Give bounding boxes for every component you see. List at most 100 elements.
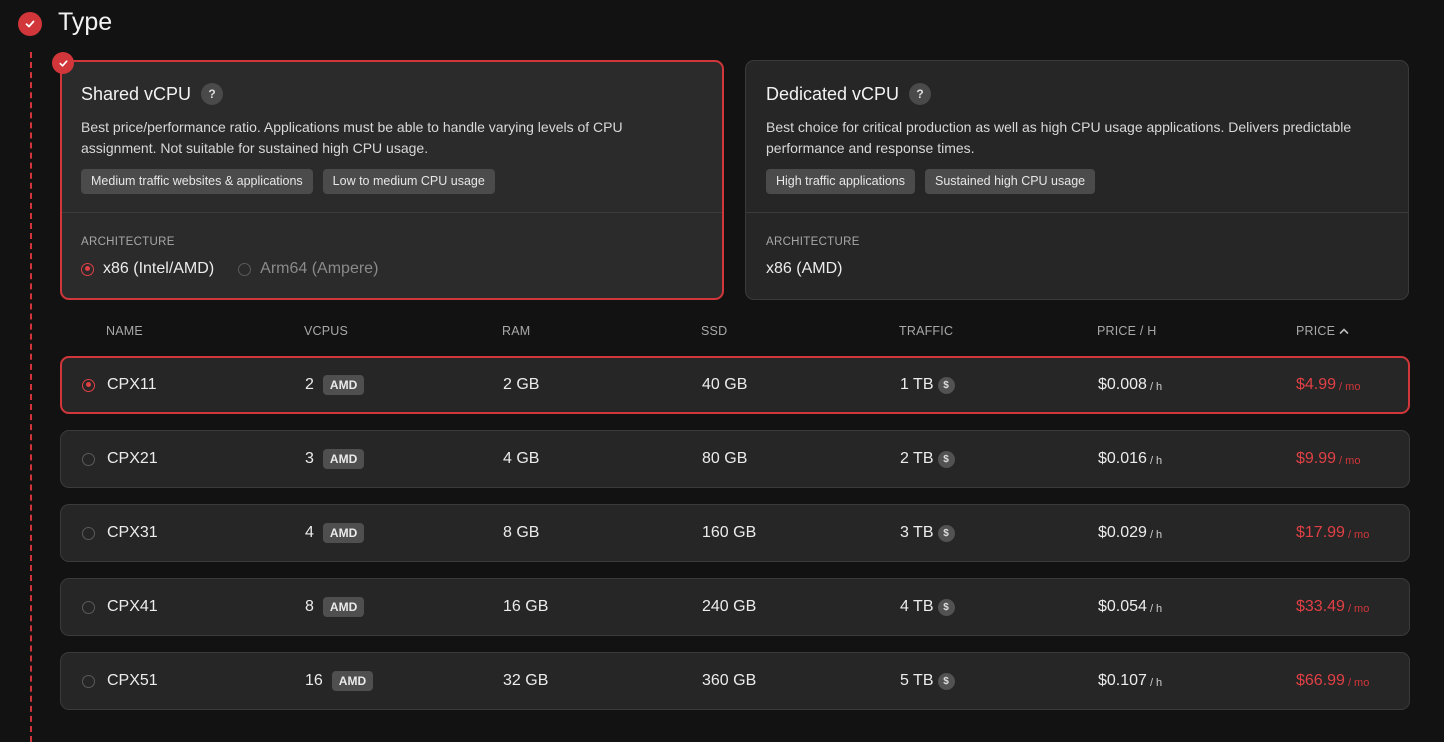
server-name: CPX11 xyxy=(107,376,157,393)
ram-value: 32 GB xyxy=(503,672,549,689)
hourly-price-unit: / h xyxy=(1149,676,1163,689)
architecture-value: x86 (AMD) xyxy=(766,260,843,277)
radio-unselected-icon[interactable] xyxy=(82,600,95,614)
radio-unselected-icon[interactable] xyxy=(82,452,95,466)
section-title: Type xyxy=(58,8,113,36)
divider xyxy=(62,212,722,213)
server-table-header: NAME VCPUS RAM SSD TRAFFIC PRICE / H PRI… xyxy=(60,324,1410,340)
arch-option-arm64[interactable]: Arm64 (Ampere) xyxy=(238,260,378,278)
column-header-traffic[interactable]: TRAFFIC xyxy=(899,324,953,338)
arch-option-label: Arm64 (Ampere) xyxy=(260,260,379,277)
monthly-price: $17.99 xyxy=(1296,524,1345,541)
shared-vcpu-card[interactable]: Shared vCPU ? Best price/performance rat… xyxy=(60,60,724,300)
server-name: CPX21 xyxy=(107,450,158,467)
traffic-value: 2 TB xyxy=(900,450,934,467)
server-row[interactable]: CPX41 8 AMD 16 GB 240 GB 4 TB $ $0.054/ h $33.49… xyxy=(60,578,1410,636)
dedicated-vcpu-card[interactable]: Dedicated vCPU ? Best choice for critica… xyxy=(745,60,1409,300)
traffic-cost-info-icon[interactable]: $ xyxy=(937,672,955,690)
hourly-price: $0.008 xyxy=(1098,376,1147,393)
step-progress-line xyxy=(30,52,32,742)
card-description: Best choice for critical production as w… xyxy=(766,119,1352,156)
hourly-price-unit: / h xyxy=(1149,454,1163,467)
hourly-price-unit: / h xyxy=(1149,528,1163,541)
vcpu-count: 4 xyxy=(305,524,314,541)
cpu-vendor-badge: AMD xyxy=(322,597,365,617)
traffic-value: 3 TB xyxy=(900,524,934,541)
divider xyxy=(746,212,1408,213)
column-header-price-label: PRICE xyxy=(1296,324,1336,338)
server-name: CPX41 xyxy=(107,598,158,615)
help-icon[interactable]: ? xyxy=(909,83,932,105)
ssd-value: 360 GB xyxy=(702,672,757,689)
ssd-value: 240 GB xyxy=(702,598,757,615)
vcpu-count: 16 xyxy=(305,672,323,689)
vcpu-count: 2 xyxy=(305,376,314,393)
hourly-price: $0.016 xyxy=(1098,450,1147,467)
architecture-label: ARCHITECTURE xyxy=(766,236,860,248)
card-description: Best price/performance ratio. Applicatio… xyxy=(81,119,623,156)
monthly-price: $4.99 xyxy=(1296,376,1337,393)
use-case-tag: Sustained high CPU usage xyxy=(925,169,1096,194)
hourly-price: $0.029 xyxy=(1098,524,1147,541)
hourly-price-unit: / h xyxy=(1149,602,1163,615)
server-row[interactable]: CPX21 3 AMD 4 GB 80 GB 2 TB $ $0.016/ h $9.99/ m… xyxy=(60,430,1410,488)
column-header-vcpus[interactable]: VCPUS xyxy=(304,324,348,338)
cpu-vendor-badge: AMD xyxy=(322,449,365,469)
monthly-price-unit: / mo xyxy=(1339,380,1361,393)
hourly-price: $0.107 xyxy=(1098,672,1147,689)
monthly-price: $33.49 xyxy=(1296,598,1345,615)
ssd-value: 80 GB xyxy=(702,450,748,467)
use-case-tag: Medium traffic websites & applications xyxy=(81,169,313,194)
traffic-value: 5 TB xyxy=(900,672,934,689)
radio-selected-icon[interactable] xyxy=(81,262,94,276)
radio-unselected-icon[interactable] xyxy=(82,526,95,540)
hourly-price-unit: / h xyxy=(1149,380,1163,393)
use-case-tag: High traffic applications xyxy=(766,169,916,194)
radio-selected-icon[interactable] xyxy=(82,378,95,392)
cpu-vendor-badge: AMD xyxy=(322,375,365,395)
server-row[interactable]: CPX11 2 AMD 2 GB 40 GB 1 TB $ $0.008/ h $4.99/ m… xyxy=(60,356,1410,414)
step-complete-check-icon xyxy=(18,12,42,36)
sort-ascending-icon xyxy=(1339,328,1349,334)
card-title: Shared vCPU xyxy=(81,83,192,104)
card-title: Dedicated vCPU xyxy=(766,83,900,104)
monthly-price: $9.99 xyxy=(1296,450,1337,467)
vcpu-count: 3 xyxy=(305,450,314,467)
arch-option-x86[interactable]: x86 (Intel/AMD) xyxy=(81,260,214,278)
help-icon[interactable]: ? xyxy=(201,83,224,105)
ssd-value: 40 GB xyxy=(702,376,748,393)
ram-value: 16 GB xyxy=(503,598,549,615)
traffic-cost-info-icon[interactable]: $ xyxy=(937,376,955,394)
server-name: CPX31 xyxy=(107,524,158,541)
server-row[interactable]: CPX51 16 AMD 32 GB 360 GB 5 TB $ $0.107/ h $66.9… xyxy=(60,652,1410,710)
traffic-cost-info-icon[interactable]: $ xyxy=(937,450,955,468)
traffic-cost-info-icon[interactable]: $ xyxy=(937,598,955,616)
arch-option-label: x86 (Intel/AMD) xyxy=(103,260,215,277)
column-header-ram[interactable]: RAM xyxy=(502,324,530,338)
column-header-ssd[interactable]: SSD xyxy=(701,324,727,338)
column-header-price-hourly[interactable]: PRICE / H xyxy=(1097,324,1156,338)
ram-value: 4 GB xyxy=(503,450,540,467)
ram-value: 8 GB xyxy=(503,524,540,541)
traffic-value: 1 TB xyxy=(900,376,934,393)
use-case-tag: Low to medium CPU usage xyxy=(322,169,495,194)
ssd-value: 160 GB xyxy=(702,524,757,541)
monthly-price-unit: / mo xyxy=(1347,676,1370,689)
radio-unselected-icon[interactable] xyxy=(238,262,252,276)
traffic-value: 4 TB xyxy=(900,598,934,615)
column-header-price[interactable]: PRICE xyxy=(1296,324,1349,338)
cpu-vendor-badge: AMD xyxy=(331,671,374,691)
monthly-price-unit: / mo xyxy=(1347,602,1370,615)
architecture-label: ARCHITECTURE xyxy=(81,236,175,248)
card-selected-check-icon xyxy=(52,52,74,74)
cpu-vendor-badge: AMD xyxy=(322,523,365,543)
monthly-price-unit: / mo xyxy=(1339,454,1361,467)
ram-value: 2 GB xyxy=(503,376,540,393)
server-name: CPX51 xyxy=(107,672,158,689)
traffic-cost-info-icon[interactable]: $ xyxy=(937,524,955,542)
server-row[interactable]: CPX31 4 AMD 8 GB 160 GB 3 TB $ $0.029/ h $17.99/… xyxy=(60,504,1410,562)
column-header-name[interactable]: NAME xyxy=(106,324,143,338)
radio-unselected-icon[interactable] xyxy=(82,674,95,688)
hourly-price: $0.054 xyxy=(1098,598,1147,615)
monthly-price: $66.99 xyxy=(1296,672,1345,689)
